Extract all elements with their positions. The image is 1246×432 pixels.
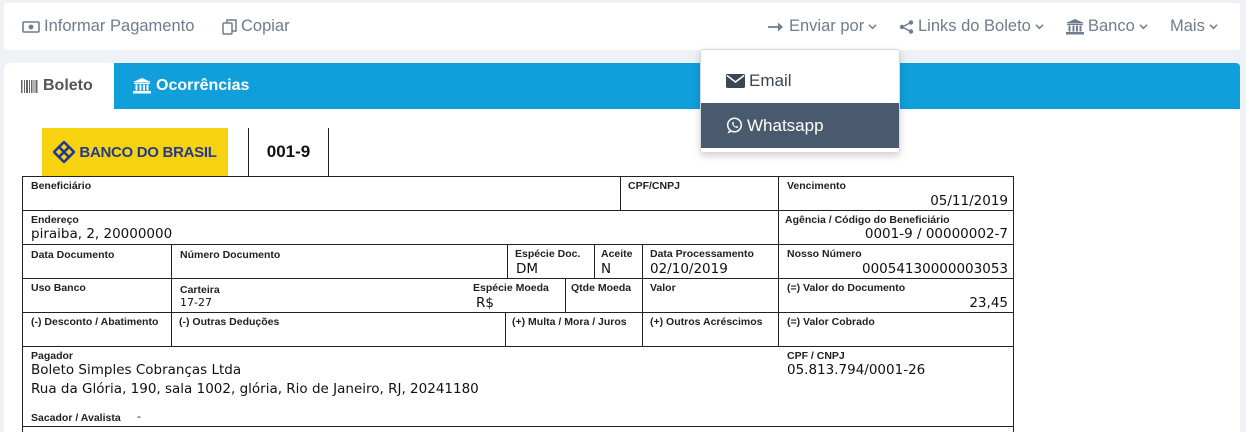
- pagador-name: Boleto Simples Cobranças Ltda: [31, 362, 242, 378]
- tab-boleto-label: Boleto: [43, 77, 93, 94]
- tab-bar: Boleto Ocorrências: [4, 63, 1240, 109]
- especie-doc-label: Espécie Doc.: [515, 248, 581, 260]
- banco-dropdown-toggle[interactable]: Banco: [1066, 3, 1152, 50]
- carteira-value: 17-27: [180, 296, 212, 309]
- dropdown-item-email-label: Email: [749, 70, 792, 90]
- data-documento-label: Data Documento: [31, 249, 115, 261]
- valor-documento-value: 23,45: [969, 295, 1008, 311]
- pagador-address: Rua da Glória, 190, sala 1002, glória, R…: [31, 381, 479, 397]
- tab-boleto[interactable]: Boleto: [4, 63, 114, 109]
- bank-logo: BANCO DO BRASIL: [42, 128, 228, 176]
- endereco-value: piraiba, 2, 20000000: [31, 226, 173, 242]
- especie-doc-value: DM: [516, 261, 539, 277]
- share-icon: [899, 19, 914, 34]
- uso-banco-label: Uso Banco: [31, 282, 86, 294]
- money-icon: [22, 20, 40, 33]
- dropdown-item-email[interactable]: Email: [701, 58, 899, 103]
- valor-label: Valor: [650, 282, 676, 294]
- arrow-right-icon: [768, 22, 783, 31]
- agencia-value: 0001-9 / 00000002-7: [864, 226, 1008, 242]
- informar-pagamento-button[interactable]: Informar Pagamento: [22, 3, 194, 50]
- sacador-label: Sacador / Avalista: [31, 412, 121, 424]
- bank-code: 001-9: [248, 128, 329, 176]
- bank-name: BANCO DO BRASIL: [79, 143, 217, 161]
- chevron-down-icon: [1139, 24, 1148, 30]
- cpf-cnpj-label: CPF/CNPJ: [628, 180, 680, 192]
- pagador-label: Pagador: [31, 350, 74, 362]
- copiar-button[interactable]: Copiar: [222, 3, 290, 50]
- links-do-boleto-dropdown-toggle[interactable]: Links do Boleto: [899, 3, 1048, 50]
- carteira-label: Carteira: [180, 284, 220, 296]
- whatsapp-icon: [726, 117, 743, 134]
- top-toolbar: Informar Pagamento Copiar Enviar por Lin…: [4, 3, 1240, 50]
- agencia-label: Agência / Código do Beneficiário: [785, 214, 950, 226]
- enviar-por-dropdown-toggle[interactable]: Enviar por: [768, 3, 881, 50]
- chevron-down-icon: [1035, 24, 1044, 30]
- mais-label: Mais: [1170, 17, 1205, 35]
- numero-documento-label: Número Documento: [180, 249, 281, 261]
- nosso-numero-label: Nosso Número: [787, 248, 862, 260]
- valor-documento-label: (=) Valor do Documento: [787, 282, 906, 294]
- especie-moeda-label: Espécie Moeda: [473, 282, 549, 294]
- tab-ocorrencias[interactable]: Ocorrências: [133, 63, 249, 109]
- beneficiario-label: Beneficiário: [31, 180, 92, 192]
- data-processamento-value: 02/10/2019: [650, 261, 728, 277]
- mais-dropdown-toggle[interactable]: Mais: [1170, 3, 1222, 50]
- tab-ocorrencias-label: Ocorrências: [156, 77, 250, 94]
- chevron-down-icon: [868, 24, 877, 30]
- desconto-label: (-) Desconto / Abatimento: [31, 316, 159, 328]
- aceite-value: N: [601, 261, 612, 277]
- especie-moeda-value: R$: [476, 295, 494, 311]
- valor-cobrado-label: (=) Valor Cobrado: [787, 316, 875, 328]
- vencimento-label: Vencimento: [787, 180, 846, 192]
- sacador-value: -: [137, 410, 141, 423]
- outros-acrescimos-label: (+) Outros Acréscimos: [650, 316, 763, 328]
- qtde-moeda-label: Qtde Moeda: [571, 282, 632, 294]
- bank-icon: [133, 78, 151, 94]
- outras-deducoes-label: (-) Outras Deduções: [179, 316, 280, 328]
- data-processamento-label: Data Processamento: [650, 248, 754, 260]
- enviar-por-label: Enviar por: [789, 17, 865, 35]
- dropdown-item-whatsapp[interactable]: Whatsapp: [701, 103, 899, 148]
- barcode-icon: [21, 79, 38, 93]
- envelope-icon: [726, 73, 745, 88]
- endereco-label: Endereço: [31, 214, 79, 226]
- banco-do-brasil-logo-icon: [53, 141, 76, 163]
- aceite-label: Aceite: [601, 248, 633, 260]
- chevron-down-icon: [1209, 24, 1218, 30]
- bank-icon: [1066, 18, 1084, 34]
- banco-label: Banco: [1088, 17, 1135, 35]
- dropdown-item-whatsapp-label: Whatsapp: [747, 115, 824, 135]
- vencimento-value: 05/11/2019: [930, 193, 1008, 209]
- informar-pagamento-label: Informar Pagamento: [44, 17, 195, 35]
- copy-icon: [222, 18, 237, 35]
- links-do-boleto-label: Links do Boleto: [918, 17, 1031, 35]
- nosso-numero-value: 00054130000003053: [861, 261, 1008, 277]
- pagador-cpf-cnpj-label: CPF / CNPJ: [787, 350, 845, 362]
- copiar-label: Copiar: [241, 17, 290, 35]
- enviar-por-dropdown-menu: Email Whatsapp: [700, 49, 900, 153]
- pagador-cpf-cnpj-value: 05.813.794/0001-26: [787, 362, 926, 378]
- multa-label: (+) Multa / Mora / Juros: [512, 316, 627, 328]
